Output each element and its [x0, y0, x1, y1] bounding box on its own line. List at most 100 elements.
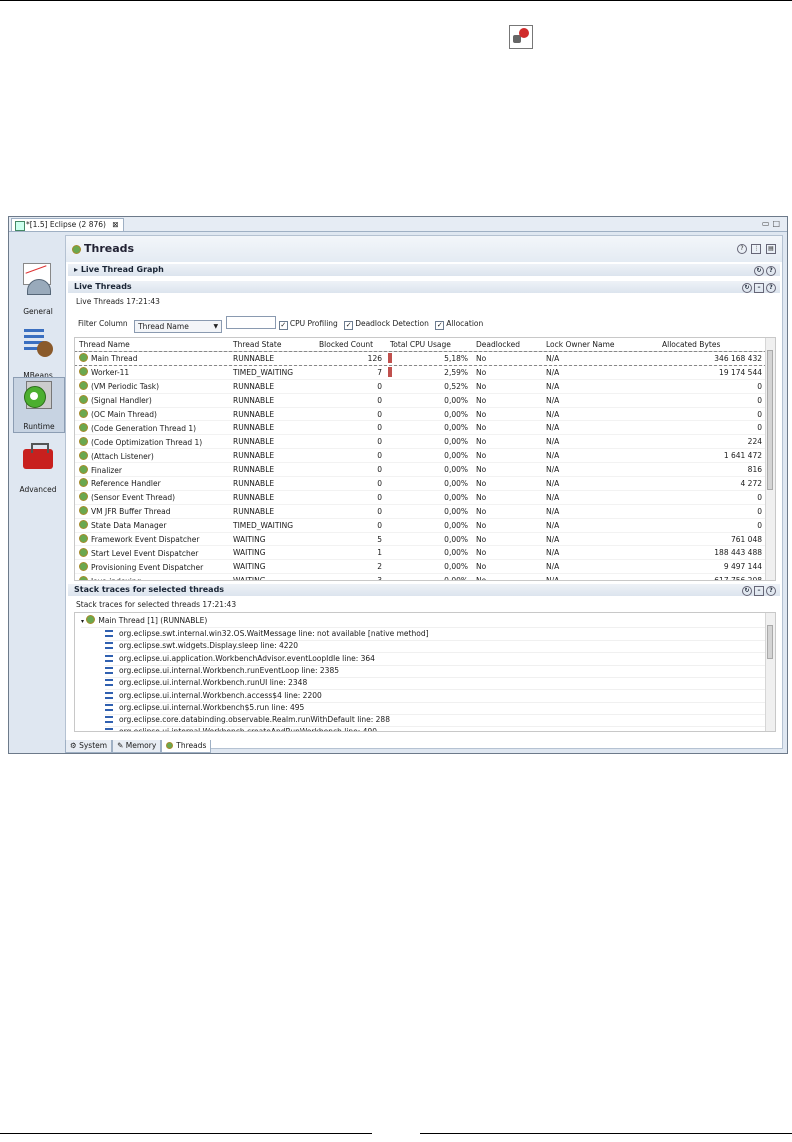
table-cell: No [472, 490, 542, 505]
checkbox-label: CPU Profiling [289, 319, 338, 328]
stack-frame[interactable]: org.eclipse.ui.internal.Workbench.create… [105, 726, 773, 731]
table-row[interactable]: (Attach Listener) RUNNABLE 0 0,00% No N/A 1 64… [75, 448, 766, 464]
table-cell: No [472, 462, 542, 478]
maximize-icon[interactable]: □ [772, 219, 783, 228]
threads-table-container: Thread Name Thread State Blocked Count Tota… [74, 337, 776, 581]
runtime-icon [22, 378, 56, 412]
cell-text: 2,59% [444, 367, 468, 377]
sidebar-item-mbeans[interactable]: MBeans [13, 325, 63, 381]
table-cell: TIMED_WAITING [229, 518, 315, 533]
columns-icon[interactable]: ⋮ [751, 244, 762, 254]
stack-scrollbar[interactable] [765, 613, 775, 731]
column-header[interactable]: Deadlocked [472, 338, 542, 352]
threads-table: Thread Name Thread State Blocked Count Tota… [75, 338, 767, 580]
stack-frame-icon [105, 679, 113, 687]
stack-frame[interactable]: org.eclipse.swt.internal.win32.OS.WaitMe… [105, 628, 773, 641]
thread-name-cell: Provisioning Event Dispatcher [75, 559, 229, 575]
table-cell: 0 [315, 504, 386, 519]
help-icon[interactable]: ? [766, 586, 776, 596]
window-buttons: ▭□ [762, 219, 783, 228]
tree-toggle-icon[interactable]: ▾ [81, 618, 84, 625]
minimize-icon[interactable]: ▭ [762, 219, 773, 228]
table-cell: No [472, 420, 542, 436]
stack-frame[interactable]: org.eclipse.ui.application.WorkbenchAdvi… [105, 653, 773, 666]
sidebar-item-advanced[interactable]: Advanced [13, 439, 63, 494]
editor-tab[interactable]: *[1.5] Eclipse (2 876) ⊠ [11, 218, 124, 231]
table-row[interactable]: Main Thread RUNNABLE 126 5,18% No N/A 346 168 … [75, 350, 767, 367]
table-row[interactable]: State Data Manager TIMED_WAITING 0 0,00% No N… [75, 518, 766, 533]
stack-frame[interactable]: org.eclipse.ui.internal.Workbench.runEve… [105, 665, 773, 678]
expand-arrow-icon[interactable]: ▸ [74, 265, 81, 274]
layout-icon[interactable]: ▤ [766, 244, 776, 254]
table-row[interactable]: Java indexing WAITING3 0,00% NoN/A617 756 2… [75, 573, 766, 580]
table-row[interactable]: Worker-11 TIMED_WAITING 7 2,59% No N/A 19 174 … [75, 365, 766, 380]
table-cell: N/A [542, 434, 658, 450]
tab-memory[interactable]: ✎ Memory [112, 740, 162, 753]
help-icon[interactable]: ? [766, 266, 776, 276]
table-row[interactable]: (OC Main Thread) RUNNABLE 0 0,00% No N/A 0 [75, 407, 766, 422]
table-row[interactable]: Start Level Event Dispatcher WAITING 1 0,00… [75, 545, 766, 561]
help-icon[interactable]: ? [736, 244, 747, 254]
tab-system[interactable]: ⚙ System [65, 740, 113, 753]
filter-column-select[interactable]: Thread Name ▼ [134, 320, 223, 333]
table-cell: 224 [658, 434, 766, 450]
checkbox-icon: ✓ [435, 321, 445, 330]
refresh-icon[interactable]: ↻ [742, 586, 752, 596]
table-scrollbar[interactable] [765, 338, 775, 580]
footer-rule-right [420, 1133, 792, 1134]
stack-frame[interactable]: org.eclipse.core.databinding.observable.… [105, 714, 773, 728]
column-header[interactable]: Lock Owner Name [542, 338, 658, 352]
table-cell: RUNNABLE [229, 434, 315, 450]
sidebar: General MBeans Runtime Advanced [13, 257, 65, 751]
column-header[interactable]: Thread Name [75, 338, 229, 352]
table-row[interactable]: Reference Handler RUNNABLE 0 0,00% No N/A 4 27… [75, 476, 766, 491]
thread-icon [79, 506, 88, 516]
table-row[interactable]: Finalizer RUNNABLE 0 0,00% No N/A 816 [75, 462, 766, 478]
stack-frame[interactable]: org.eclipse.swt.widgets.Display.sleep li… [105, 640, 773, 654]
stack-frame[interactable]: org.eclipse.ui.internal.Workbench.runUI … [105, 677, 773, 691]
thread-name-cell: (Attach Listener) [75, 448, 229, 464]
minimize-icon[interactable]: – [754, 586, 764, 596]
help-icon[interactable]: ? [766, 283, 776, 293]
table-cell: 0 [315, 476, 386, 491]
scrollbar-thumb[interactable] [767, 625, 773, 659]
table-cell: N/A [542, 448, 658, 464]
refresh-icon[interactable]: ↻ [742, 283, 752, 293]
cell-text: 0,00% [444, 506, 468, 516]
column-header[interactable]: Blocked Count [315, 338, 386, 352]
stack-root[interactable]: ▾ Main Thread [1] (RUNNABLE) [81, 615, 773, 628]
cpu-profiling-checkbox[interactable]: ✓ CPU Profiling [278, 319, 338, 330]
table-cell: 346 168 432 [658, 351, 766, 366]
table-row[interactable]: VM JFR Buffer Thread RUNNABLE 0 0,00% No N/A 0 [75, 504, 766, 519]
table-header: Thread Name Thread State Blocked Count Tota… [75, 338, 766, 352]
sidebar-item-general[interactable]: General [13, 261, 63, 321]
deadlock-detection-checkbox[interactable]: ✓ Deadlock Detection [344, 319, 429, 330]
table-row[interactable]: (Signal Handler) RUNNABLE 0 0,00% No N/A 0 [75, 393, 766, 408]
stack-frame[interactable]: org.eclipse.ui.internal.Workbench.access… [105, 690, 773, 703]
stack-frame-icon [105, 642, 113, 650]
column-header[interactable]: Thread State [229, 338, 315, 352]
table-row[interactable]: (VM Periodic Task) RUNNABLE 0 0,52% No N/A 0 [75, 379, 766, 394]
thread-name-cell: (Signal Handler) [75, 393, 229, 408]
live-thread-graph-section[interactable]: ▸ Live Thread Graph ↻? [68, 264, 780, 276]
minimize-icon[interactable]: – [754, 283, 764, 293]
scrollbar-thumb[interactable] [767, 350, 773, 490]
refresh-icon[interactable]: ↻ [754, 266, 764, 276]
sidebar-item-runtime[interactable]: Runtime [13, 377, 65, 433]
table-row[interactable]: Framework Event Dispatcher WAITING 5 0,00% N… [75, 532, 766, 547]
close-icon[interactable]: ⊠ [112, 220, 118, 229]
cpu-usage-cell: 0,00% [386, 476, 472, 491]
table-row[interactable]: Provisioning Event Dispatcher WAITING 2 0,0… [75, 559, 766, 575]
table-row[interactable]: (Code Generation Thread 1) RUNNABLE 0 0,00%… [75, 420, 766, 436]
cpu-usage-cell: 0,00% [386, 490, 472, 505]
filter-input[interactable] [226, 316, 277, 329]
tab-threads[interactable]: Threads [161, 740, 212, 753]
table-row[interactable]: (Code Optimization Thread 1) RUNNABLE 0 0,0… [75, 434, 766, 450]
allocation-checkbox[interactable]: ✓ Allocation [435, 319, 483, 330]
cpu-usage-cell: 0,00% [386, 407, 472, 422]
column-header[interactable]: Allocated Bytes [658, 338, 766, 352]
column-header[interactable]: Total CPU Usage [386, 338, 472, 352]
stack-frame[interactable]: org.eclipse.ui.internal.Workbench$5.run … [105, 702, 773, 715]
stack-frame-icon [105, 716, 113, 724]
table-row[interactable]: (Sensor Event Thread) RUNNABLE 0 0,00% No N/A… [75, 490, 766, 505]
